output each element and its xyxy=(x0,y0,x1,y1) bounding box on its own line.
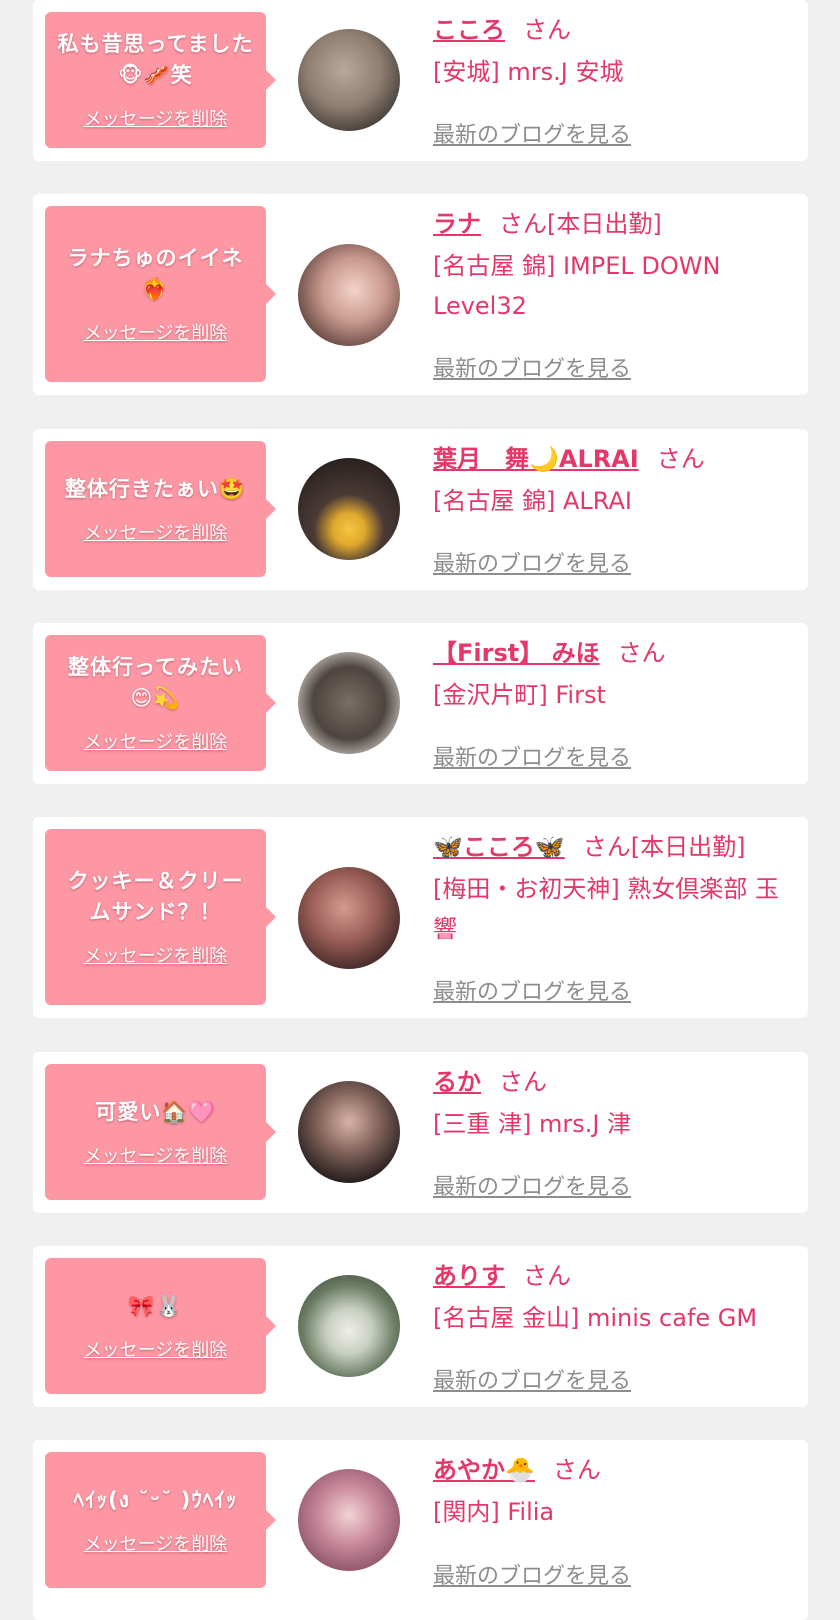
delete-message-button[interactable]: メッセージを削除 xyxy=(84,1530,228,1556)
shop-label: [安城] mrs.J 安城 xyxy=(433,58,624,86)
message-card: 可愛い🏠🩷 メッセージを削除 るか さん [三重 津] mrs.J 津 最新のブロ… xyxy=(33,1052,808,1213)
shop-label: [三重 津] mrs.J 津 xyxy=(433,1110,632,1138)
shop-label: [金沢片町] First xyxy=(433,681,606,709)
avatar[interactable] xyxy=(298,1081,400,1183)
girl-name-link[interactable]: 🦋こころ🦋 xyxy=(433,833,565,861)
avatar[interactable] xyxy=(298,1275,400,1377)
shop-label: [梅田・お初天神] 熟女倶楽部 玉響 xyxy=(433,875,779,943)
latest-blog-link[interactable]: 最新のブログを見る xyxy=(433,117,631,149)
message-card: 整体行ってみたい😊💫 メッセージを削除 【First】 みほ さん [金沢片町] … xyxy=(33,623,808,784)
latest-blog-link[interactable]: 最新のブログを見る xyxy=(433,1558,631,1590)
girl-name-link[interactable]: こころ xyxy=(433,16,505,44)
message-text: 🎀🐰 xyxy=(128,1293,183,1318)
name-suffix: さん xyxy=(499,1068,547,1096)
girl-name-link[interactable]: ありす xyxy=(433,1262,505,1290)
message-bubble: ラナちゅのイイネ❤️‍🔥 メッセージを削除 xyxy=(45,206,276,382)
delete-message-button[interactable]: メッセージを削除 xyxy=(84,728,228,754)
message-bubble: 整体行ってみたい😊💫 メッセージを削除 xyxy=(45,635,276,771)
message-card: 私も昔思ってました🐵🥓笑 メッセージを削除 こころ さん [安城] mrs.J 安… xyxy=(33,0,808,161)
shop-label: [名古屋 錦] ALRAI xyxy=(433,487,632,515)
name-suffix: さん xyxy=(552,1456,601,1484)
name-suffix: さん[本日出勤] xyxy=(499,210,662,238)
message-bubble: ﾍｲｯ(ง ˘ᵕ˘ )ｳﾍｲｯ メッセージを削除 xyxy=(45,1452,276,1588)
message-card: クッキー＆クリームサンド？！ メッセージを削除 🦋こころ🦋 さん[本日出勤] [梅… xyxy=(33,817,808,1018)
avatar[interactable] xyxy=(298,29,400,131)
avatar[interactable] xyxy=(298,652,400,754)
message-text: ラナちゅのイイネ❤️‍🔥 xyxy=(67,246,244,301)
name-suffix: さん xyxy=(523,16,571,44)
latest-blog-link[interactable]: 最新のブログを見る xyxy=(433,974,631,1006)
shop-label: [名古屋 金山] minis cafe GM xyxy=(433,1304,758,1332)
message-bubble: 私も昔思ってました🐵🥓笑 メッセージを削除 xyxy=(45,12,276,148)
latest-blog-link[interactable]: 最新のブログを見る xyxy=(433,351,631,383)
message-bubble: クッキー＆クリームサンド？！ メッセージを削除 xyxy=(45,829,276,1005)
message-card: 整体行きたぁい🤩 メッセージを削除 葉月 舞🌙ALRAI さん [名古屋 錦] A… xyxy=(33,429,808,590)
message-bubble: 可愛い🏠🩷 メッセージを削除 xyxy=(45,1064,276,1200)
name-suffix: さん xyxy=(523,1262,571,1290)
shop-label: [関内] Filia xyxy=(433,1498,555,1526)
avatar[interactable] xyxy=(298,1469,400,1571)
message-bubble: 整体行きたぁい🤩 メッセージを削除 xyxy=(45,441,276,577)
delete-message-button[interactable]: メッセージを削除 xyxy=(84,319,228,345)
avatar[interactable] xyxy=(298,244,400,346)
latest-blog-link[interactable]: 最新のブログを見る xyxy=(433,740,631,772)
latest-blog-link[interactable]: 最新のブログを見る xyxy=(433,1363,631,1395)
shop-label: [名古屋 錦] IMPEL DOWN Level32 xyxy=(433,252,721,320)
name-suffix: さん xyxy=(656,445,705,473)
message-text: クッキー＆クリームサンド？！ xyxy=(67,869,244,924)
girl-name-link[interactable]: 葉月 舞🌙ALRAI xyxy=(433,445,639,473)
message-card: ラナちゅのイイネ❤️‍🔥 メッセージを削除 ラナ さん[本日出勤] [名古屋 錦]… xyxy=(33,194,808,395)
girl-name-link[interactable]: ラナ xyxy=(433,210,481,238)
girl-name-link[interactable]: あやか🐣 xyxy=(433,1456,535,1484)
message-text: 整体行きたぁい🤩 xyxy=(64,476,247,501)
girl-name-link[interactable]: るか xyxy=(433,1068,481,1096)
girl-name-link[interactable]: 【First】 みほ xyxy=(433,639,600,667)
avatar[interactable] xyxy=(298,458,400,560)
message-text: 可愛い🏠🩷 xyxy=(95,1099,216,1124)
delete-message-button[interactable]: メッセージを削除 xyxy=(84,105,228,131)
name-suffix: さん xyxy=(617,639,666,667)
message-text: ﾍｲｯ(ง ˘ᵕ˘ )ｳﾍｲｯ xyxy=(73,1487,238,1512)
message-text: 私も昔思ってました🐵🥓笑 xyxy=(57,32,254,87)
message-card: 🎀🐰 メッセージを削除 ありす さん [名古屋 金山] minis cafe GM… xyxy=(33,1246,808,1407)
message-text: 整体行ってみたい😊💫 xyxy=(68,655,243,710)
avatar[interactable] xyxy=(298,867,400,969)
delete-message-button[interactable]: メッセージを削除 xyxy=(84,942,228,968)
message-bubble: 🎀🐰 メッセージを削除 xyxy=(45,1258,276,1394)
delete-message-button[interactable]: メッセージを削除 xyxy=(84,519,228,545)
name-suffix: さん[本日出勤] xyxy=(582,833,746,861)
latest-blog-link[interactable]: 最新のブログを見る xyxy=(433,546,631,578)
latest-blog-link[interactable]: 最新のブログを見る xyxy=(433,1169,631,1201)
delete-message-button[interactable]: メッセージを削除 xyxy=(84,1336,228,1362)
message-card: ﾍｲｯ(ง ˘ᵕ˘ )ｳﾍｲｯ メッセージを削除 あやか🐣 さん [関内] Fil… xyxy=(33,1440,808,1620)
delete-message-button[interactable]: メッセージを削除 xyxy=(84,1142,228,1168)
